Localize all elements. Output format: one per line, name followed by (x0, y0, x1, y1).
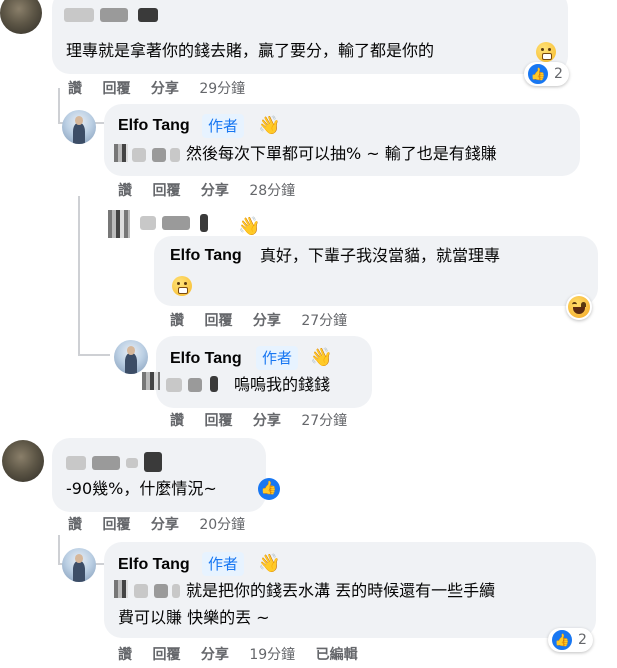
reaction-summary[interactable]: 👍 2 (524, 62, 569, 86)
redacted-name (66, 456, 86, 470)
like-button[interactable]: 讚 (68, 78, 82, 98)
avatar[interactable] (0, 0, 42, 34)
comment-text: -90幾%，什麼情況~ (66, 479, 217, 498)
like-button[interactable]: 讚 (170, 310, 184, 330)
like-icon: 👍 (550, 628, 574, 652)
like-button[interactable]: 讚 (170, 410, 184, 430)
author-badge: 作者 (202, 552, 245, 576)
mention-tag[interactable] (134, 584, 148, 598)
timestamp[interactable]: 27分鐘 (301, 310, 347, 330)
reaction-count: 2 (578, 632, 587, 648)
redacted-name (138, 8, 158, 22)
comment-bubble (52, 438, 266, 512)
comment-text: 理專就是拿著你的錢去賭，贏了要分，輸了都是你的 (66, 41, 435, 60)
like-icon[interactable]: 👍 (258, 478, 280, 500)
comment-text-line-2: 費可以賺 快樂的丟 ~ (118, 608, 270, 627)
share-button[interactable]: 分享 (201, 180, 229, 200)
mention-tag[interactable] (166, 378, 182, 392)
timestamp[interactable]: 19分鐘 (249, 644, 295, 664)
comment-text: 嗚嗚我的錢錢 (234, 375, 331, 394)
redacted-name (144, 452, 162, 472)
author-name[interactable]: Elfo Tang (118, 117, 190, 135)
grin-emoji-icon (536, 42, 556, 62)
comment-actions: 讚 回覆 分享 27分鐘 (170, 310, 363, 330)
timestamp[interactable]: 20分鐘 (199, 514, 245, 534)
share-button[interactable]: 分享 (151, 514, 179, 534)
mention-tag[interactable] (114, 144, 128, 162)
timestamp[interactable]: 29分鐘 (199, 78, 245, 98)
avatar[interactable] (108, 210, 130, 238)
comment-text-line-1: 就是把你的錢丟水溝 丟的時候還有一些手續 (186, 581, 496, 600)
wave-icon: 👋 (310, 347, 333, 368)
like-button[interactable]: 讚 (118, 180, 132, 200)
comment-actions: 讚 回覆 分享 19分鐘 已編輯 (118, 644, 374, 664)
mention-tag[interactable] (172, 584, 180, 598)
reply-button[interactable]: 回覆 (102, 514, 130, 534)
author-name[interactable]: Elfo Tang (170, 247, 242, 265)
mention-tag[interactable] (170, 148, 180, 162)
reply-button[interactable]: 回覆 (152, 644, 180, 664)
share-button[interactable]: 分享 (151, 78, 179, 98)
thread-line (78, 196, 80, 356)
author-name[interactable]: Elfo Tang (170, 350, 242, 368)
haha-icon[interactable] (566, 294, 592, 320)
mention-tag[interactable] (154, 584, 168, 598)
mention-tag[interactable] (132, 148, 146, 162)
mention-tag[interactable] (114, 580, 128, 598)
mention-tag[interactable] (152, 148, 166, 162)
grin-emoji-icon (172, 276, 192, 296)
comment-bubble (104, 104, 580, 176)
comment-actions: 讚 回覆 分享 27分鐘 (170, 410, 363, 430)
comment-text: 真好，下輩子我沒當貓，就當理專 (260, 246, 501, 265)
share-button[interactable]: 分享 (201, 644, 229, 664)
redacted-name (100, 8, 128, 22)
timestamp[interactable]: 28分鐘 (249, 180, 295, 200)
author-name[interactable]: Elfo Tang (118, 556, 190, 574)
thread-line (78, 354, 110, 356)
reaction-summary[interactable]: 👍 2 (548, 628, 593, 652)
comment-actions: 讚 回覆 分享 20分鐘 (68, 514, 261, 534)
wave-icon: 👋 (258, 115, 281, 136)
redacted-name (92, 456, 120, 470)
avatar[interactable] (62, 110, 96, 144)
share-button[interactable]: 分享 (253, 410, 281, 430)
comment-text: 然後每次下單都可以抽% ~ 輸了也是有錢賺 (186, 144, 497, 163)
thread-line (58, 535, 60, 565)
author-badge: 作者 (256, 346, 299, 370)
timestamp[interactable]: 27分鐘 (301, 410, 347, 430)
reply-button[interactable]: 回覆 (152, 180, 180, 200)
avatar[interactable] (114, 340, 148, 374)
thread-line (58, 88, 60, 124)
share-button[interactable]: 分享 (253, 310, 281, 330)
comment-actions: 讚 回覆 分享 28分鐘 (118, 180, 311, 200)
redacted-name (140, 216, 156, 230)
edited-label[interactable]: 已編輯 (316, 644, 358, 664)
mention-tag[interactable] (188, 378, 202, 392)
mention-tag[interactable] (210, 376, 218, 392)
mention-tag[interactable] (142, 372, 160, 390)
reply-button[interactable]: 回覆 (204, 310, 232, 330)
redacted-name (126, 458, 138, 468)
avatar[interactable] (2, 440, 44, 482)
wave-icon: 👋 (238, 216, 261, 237)
avatar[interactable] (62, 548, 96, 582)
redacted-name (162, 216, 190, 230)
wave-icon: 👋 (258, 553, 281, 574)
comment-bubble (52, 0, 568, 74)
reaction-count: 2 (554, 66, 563, 82)
author-badge: 作者 (202, 114, 245, 138)
reply-button[interactable]: 回覆 (204, 410, 232, 430)
like-button[interactable]: 讚 (118, 644, 132, 664)
reply-button[interactable]: 回覆 (102, 78, 130, 98)
redacted-name (64, 8, 94, 22)
like-icon: 👍 (526, 62, 550, 86)
redacted-name (200, 214, 208, 232)
comment-actions: 讚 回覆 分享 29分鐘 (68, 78, 261, 98)
like-button[interactable]: 讚 (68, 514, 82, 534)
